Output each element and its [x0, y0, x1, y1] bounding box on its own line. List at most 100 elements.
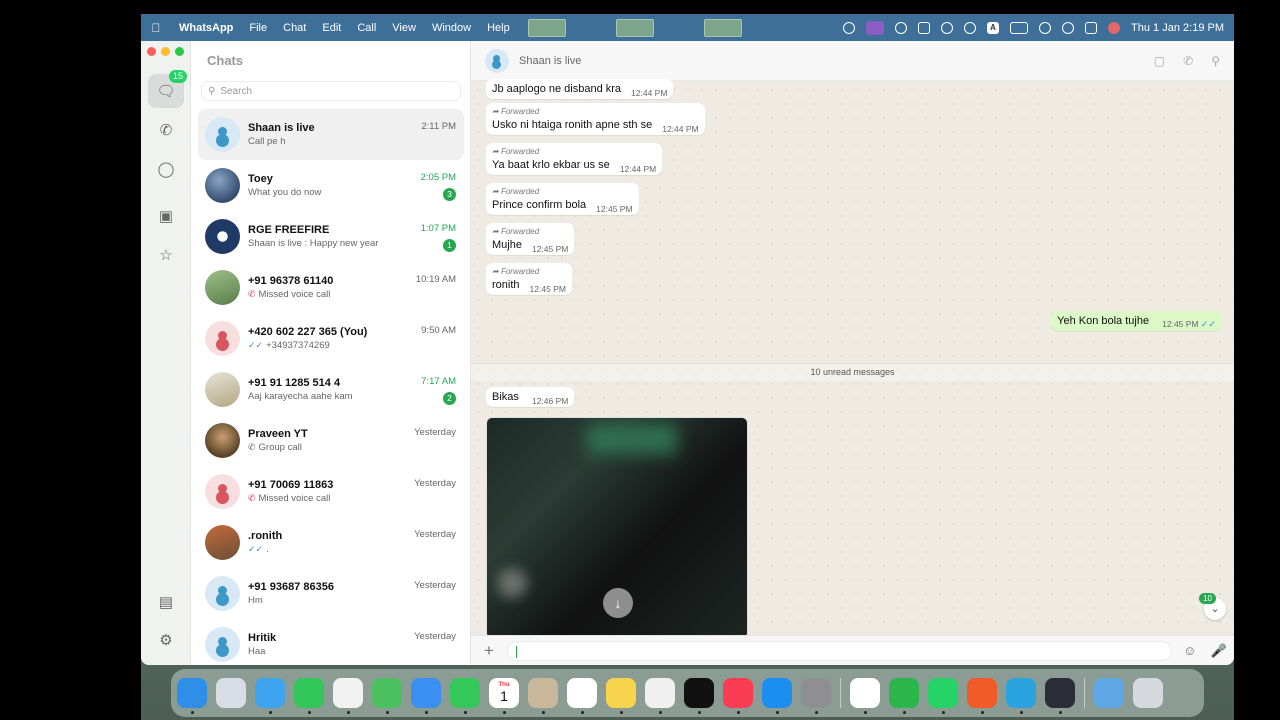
starred-nav-button[interactable]: ☆: [148, 238, 184, 272]
incoming-message[interactable]: ➦ Forwarded ronith 12:45 PM: [486, 263, 572, 295]
outgoing-message[interactable]: Yeh Kon bola tujhe 12:45 PM ✓✓: [1051, 311, 1222, 331]
menu-help[interactable]: Help: [479, 22, 518, 34]
chat-list-item[interactable]: +91 91 1285 514 4 Aaj karayecha aahe kam 7…: [198, 364, 464, 415]
launchpad-icon[interactable]: [216, 678, 246, 708]
emoji-icon[interactable]: ☺: [1183, 643, 1196, 659]
chat-list-item[interactable]: +420 602 227 365 (You) ✓✓ +34937374269 9:50…: [198, 313, 464, 364]
apple-icon[interactable]: : [141, 21, 171, 35]
moon-icon[interactable]: [964, 21, 977, 34]
trash-icon[interactable]: [1133, 678, 1163, 708]
chat-list-item[interactable]: Toey What you do now 2:05 PM 3: [198, 160, 464, 211]
finder-icon[interactable]: [177, 678, 207, 714]
incoming-message[interactable]: ➦ Forwarded Mujhe 12:45 PM: [486, 223, 575, 255]
menu-view[interactable]: View: [384, 22, 424, 34]
chat-list-item[interactable]: +91 96378 61140 ✆ Missed voice call 10:19 A…: [198, 262, 464, 313]
safari-icon[interactable]: [255, 678, 285, 714]
music-icon[interactable]: [723, 678, 753, 714]
incoming-message[interactable]: ➦ Forwarded Prince confirm bola 12:45 PM: [486, 183, 639, 215]
chat-list-item[interactable]: Hritik Haa Yesterday: [198, 619, 464, 665]
menu-edit[interactable]: Edit: [314, 22, 349, 34]
notes-icon[interactable]: [606, 678, 636, 714]
search-input[interactable]: ⚲ Search: [201, 81, 461, 101]
chat-list-item[interactable]: .ronith ✓✓. Yesterday: [198, 517, 464, 568]
chat-preview: Call pe h: [248, 136, 464, 147]
maps-icon[interactable]: [372, 678, 402, 714]
chat-list-item[interactable]: +91 93687 86356 Hm Yesterday: [198, 568, 464, 619]
siri-icon[interactable]: [1108, 21, 1121, 34]
zoom-button[interactable]: [175, 47, 184, 56]
incoming-message[interactable]: ➦ Forwarded Ya baat krlo ekbar us se 12:44…: [486, 143, 663, 175]
photos-icon[interactable]: [333, 678, 363, 714]
chat-last-message: Hm: [248, 595, 263, 606]
menu-file[interactable]: File: [241, 22, 275, 34]
close-button[interactable]: [147, 47, 156, 56]
downloads-icon[interactable]: [1094, 678, 1124, 708]
chats-title: Chats: [207, 53, 244, 68]
window-thumbnail[interactable]: [527, 18, 566, 37]
screen-record-icon[interactable]: [866, 20, 885, 35]
mail-icon[interactable]: [411, 678, 441, 714]
screen-recorder-icon[interactable]: [889, 678, 919, 714]
app-store-icon[interactable]: [762, 678, 792, 714]
facetime-icon[interactable]: [450, 678, 480, 714]
message-input[interactable]: [507, 640, 1172, 661]
brave-icon[interactable]: [967, 678, 997, 714]
download-icon[interactable]: ↓: [603, 588, 633, 618]
minimize-button[interactable]: [161, 47, 170, 56]
menu-chat[interactable]: Chat: [275, 22, 314, 34]
chat-last-message: Shaan is live : Happy new year: [248, 238, 379, 249]
window-thumbnail[interactable]: [615, 18, 654, 37]
sync-icon[interactable]: [895, 21, 908, 34]
chat-meta: Yesterday: [414, 529, 456, 540]
incoming-message[interactable]: Bikas 12:46 PM: [486, 387, 575, 407]
blurred-media-message[interactable]: ↓: [486, 417, 748, 639]
avatar[interactable]: [485, 48, 509, 73]
calls-nav-button[interactable]: ✆: [148, 113, 184, 147]
input-source-icon[interactable]: A: [987, 21, 1000, 34]
chat-list-item[interactable]: Shaan is live Call pe h 2:11 PM: [198, 109, 464, 160]
video-call-icon[interactable]: ▢: [1154, 54, 1165, 68]
menu-call[interactable]: Call: [349, 22, 384, 34]
status-icon[interactable]: [843, 21, 856, 34]
archived-nav-button[interactable]: ▣: [148, 199, 184, 233]
display-icon[interactable]: [918, 21, 931, 34]
search-icon[interactable]: [1062, 21, 1075, 34]
status-nav-button[interactable]: ◯: [148, 152, 184, 186]
forward-arrow-icon: ➦: [492, 187, 499, 196]
messages-icon[interactable]: [294, 678, 324, 714]
wifi-icon[interactable]: [1039, 21, 1052, 34]
telegram-icon[interactable]: [1006, 678, 1036, 714]
system-settings-icon[interactable]: [801, 678, 831, 714]
attach-plus-icon[interactable]: +: [471, 641, 507, 661]
settings-nav-button[interactable]: ⚙: [148, 623, 184, 657]
voice-call-icon[interactable]: ✆: [1183, 54, 1193, 68]
chat-list-item[interactable]: +91 70069 11863 ✆ Missed voice call Yesterd…: [198, 466, 464, 517]
control-center-icon[interactable]: [1085, 21, 1098, 34]
calendar-icon[interactable]: Thu 1: [489, 678, 519, 714]
microphone-icon[interactable]: 🎤: [1211, 643, 1227, 659]
conversation-title[interactable]: Shaan is live: [519, 55, 581, 67]
freeform-icon[interactable]: [645, 678, 675, 714]
incoming-message[interactable]: Jb aaplogo ne disband kra 12:44 PM: [486, 79, 674, 99]
chat-list-item[interactable]: Praveen YT ✆ Group call Yesterday: [198, 415, 464, 466]
obs-icon[interactable]: [1045, 678, 1075, 714]
window-thumbnail[interactable]: [703, 18, 742, 37]
battery-icon[interactable]: [1010, 21, 1029, 34]
contacts-icon[interactable]: [528, 678, 558, 714]
incoming-message[interactable]: ➦ Forwarded Usko ni htaiga ronith apne st…: [486, 103, 705, 135]
menu-app-name[interactable]: WhatsApp: [171, 22, 241, 34]
search-icon[interactable]: ⚲: [1211, 54, 1220, 68]
reminders-icon[interactable]: [567, 678, 597, 714]
apple-tv-icon[interactable]: [684, 678, 714, 714]
chats-nav-button[interactable]: 🗨 15: [148, 70, 187, 108]
menu-clock[interactable]: Thu 1 Jan 2:19 PM: [1131, 22, 1224, 34]
whatsapp-icon[interactable]: [928, 678, 958, 714]
chat-time: 9:50 AM: [421, 325, 456, 336]
play-icon[interactable]: [941, 21, 954, 34]
conversation-header[interactable]: Shaan is live ▢ ✆ ⚲: [471, 41, 1234, 81]
chrome-icon[interactable]: [850, 678, 880, 714]
chat-list-item[interactable]: RGE FREEFIRE Shaan is live : Happy new ye…: [198, 211, 464, 262]
media-nav-button[interactable]: ▤: [148, 585, 184, 619]
menu-window[interactable]: Window: [424, 22, 479, 34]
chats-panel: Chats ⚲ Search Shaan is live Call pe h 2:1…: [191, 41, 471, 665]
